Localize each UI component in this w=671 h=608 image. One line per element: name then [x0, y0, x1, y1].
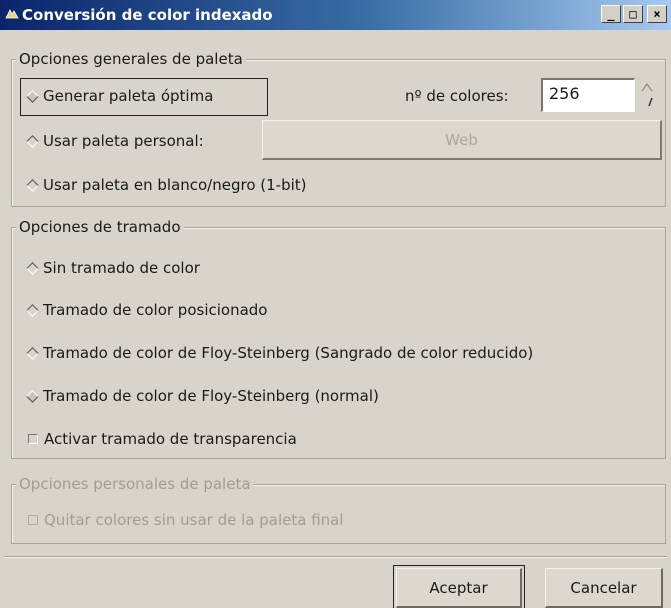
radio-dither-fs-reduced-label: Tramado de color de Floy-Steinberg (Sang… — [43, 344, 534, 362]
radio-optimal-palette[interactable]: Generar paleta óptima — [26, 87, 214, 105]
checkbox-transparency-dither[interactable]: Activar tramado de transparencia — [28, 430, 297, 448]
radio-unselected-indicator — [26, 303, 39, 317]
radio-dither-fs-reduced[interactable]: Tramado de color de Floy-Steinberg (Sang… — [26, 344, 534, 362]
spinner-arrows-icon — [641, 82, 653, 107]
custom-palette-button[interactable]: Web — [262, 120, 662, 160]
radio-dither-fs-normal-label: Tramado de color de Floy-Steinberg (norm… — [43, 387, 379, 405]
radio-dither-none-label: Sin tramado de color — [43, 259, 200, 277]
radio-dither-fs-normal[interactable]: Tramado de color de Floy-Steinberg (norm… — [26, 387, 379, 405]
radio-dither-positioned[interactable]: Tramado de color posicionado — [26, 301, 268, 319]
radio-optimal-palette-label: Generar paleta óptima — [43, 87, 214, 105]
radio-custom-palette-label: Usar paleta personal: — [43, 132, 204, 150]
app-icon — [5, 9, 19, 19]
radio-custom-palette[interactable]: Usar paleta personal: — [26, 132, 204, 150]
radio-dither-none[interactable]: Sin tramado de color — [26, 259, 200, 277]
checkbox-remove-unused-label: Quitar colores sin usar de la paleta fin… — [44, 511, 344, 529]
checkbox-box — [28, 515, 38, 525]
palette-custom-legend: Opciones personales de paleta — [16, 475, 254, 493]
radio-bw-palette-label: Usar paleta en blanco/negro (1-bit) — [43, 176, 307, 194]
title-bar[interactable]: Conversión de color indexado _ □ × — [0, 0, 671, 30]
checkbox-box — [28, 434, 38, 444]
checkbox-transparency-dither-label: Activar tramado de transparencia — [44, 430, 297, 448]
radio-selected-indicator — [26, 89, 39, 103]
radio-unselected-indicator — [26, 178, 39, 192]
radio-unselected-indicator — [26, 261, 39, 275]
window-title: Conversión de color indexado — [22, 6, 273, 24]
num-colors-label: nº de colores: — [405, 87, 509, 105]
num-colors-input[interactable]: 256 — [541, 78, 635, 112]
close-button[interactable]: × — [647, 5, 667, 23]
num-colors-text: nº de colores: — [405, 87, 509, 105]
checkbox-remove-unused[interactable]: Quitar colores sin usar de la paleta fin… — [28, 511, 344, 529]
num-colors-spinner[interactable] — [636, 78, 658, 112]
radio-selected-indicator — [26, 389, 39, 403]
radio-bw-palette[interactable]: Usar paleta en blanco/negro (1-bit) — [26, 176, 307, 194]
minimize-button[interactable]: _ — [601, 5, 621, 23]
radio-unselected-indicator — [26, 346, 39, 360]
radio-unselected-indicator — [26, 134, 39, 148]
dither-legend: Opciones de tramado — [16, 218, 184, 236]
cancel-button[interactable]: Cancelar — [545, 568, 663, 608]
ok-button[interactable]: Aceptar — [393, 565, 525, 608]
radio-dither-positioned-label: Tramado de color posicionado — [43, 301, 268, 319]
maximize-button[interactable]: □ — [623, 5, 643, 23]
palette-general-legend: Opciones generales de paleta — [16, 50, 246, 68]
separator — [4, 556, 667, 558]
